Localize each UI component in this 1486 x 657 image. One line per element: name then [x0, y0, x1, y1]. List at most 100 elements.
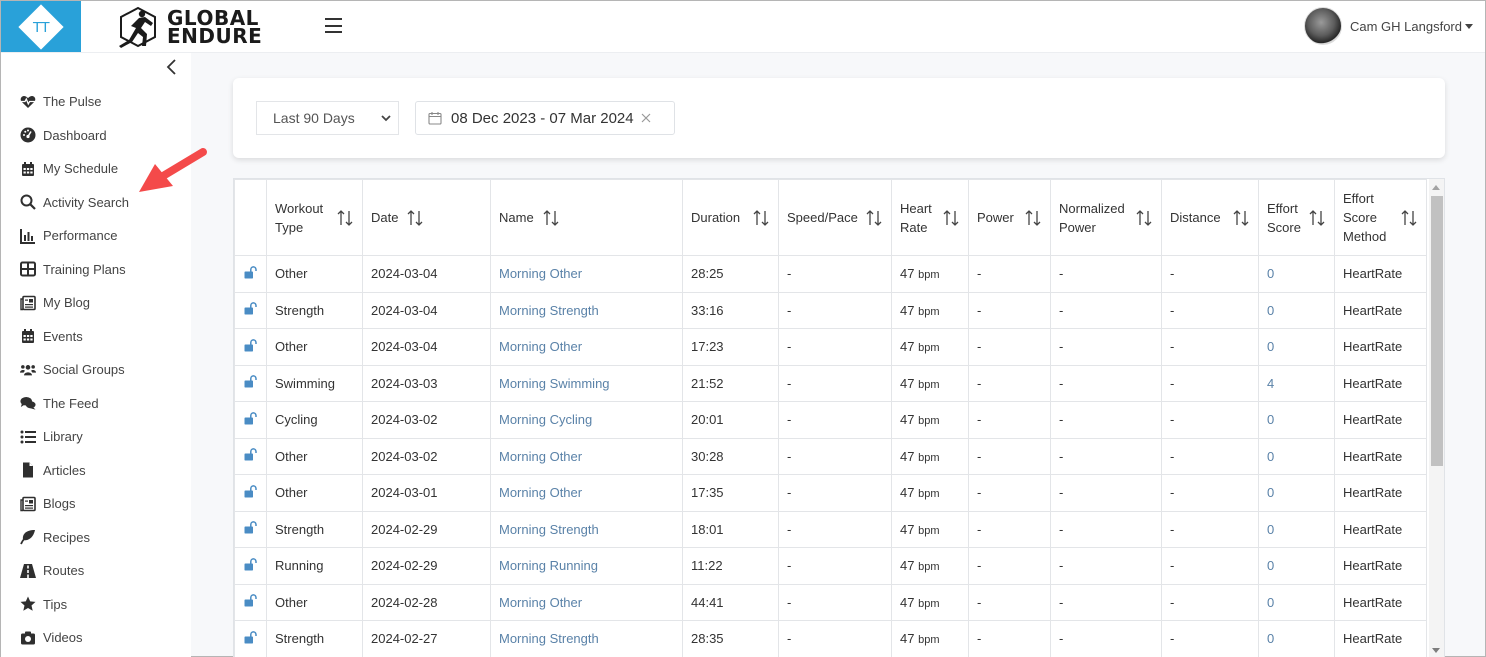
- scroll-up-icon[interactable]: [1432, 185, 1440, 190]
- sidebar-item-library[interactable]: Library: [1, 420, 191, 454]
- table-row[interactable]: Cycling 2024-03-02 Morning Cycling 20:01-47…: [234, 401, 1427, 439]
- unlock-icon[interactable]: [244, 448, 257, 461]
- table-row[interactable]: Strength 2024-02-27 Morning Strength 28:35-…: [234, 620, 1427, 657]
- cell-name-link[interactable]: Morning Strength: [490, 291, 683, 329]
- column-header-speed-pace[interactable]: Speed/Pace: [778, 179, 892, 256]
- column-header-power[interactable]: Power: [968, 179, 1051, 256]
- cell-effort-score-link[interactable]: 0: [1258, 510, 1335, 548]
- cell-effort-score-link[interactable]: 0: [1258, 437, 1335, 475]
- table-row[interactable]: Strength 2024-03-04 Morning Strength 33:16-…: [234, 291, 1427, 329]
- menu-toggle-icon[interactable]: [325, 18, 342, 33]
- cell-duration: 28:25: [682, 255, 779, 293]
- cell-name-link[interactable]: Morning Swimming: [490, 364, 683, 402]
- column-header-distance[interactable]: Distance: [1161, 179, 1259, 256]
- column-header-heart-rate[interactable]: Heart Rate: [891, 179, 969, 256]
- cell-effort-score-link[interactable]: 0: [1258, 291, 1335, 329]
- sidebar-item-events[interactable]: Events: [1, 320, 191, 354]
- unlock-icon[interactable]: [244, 630, 257, 644]
- cell-effort-score-link[interactable]: 0: [1258, 328, 1335, 366]
- sort-icon[interactable]: [1232, 209, 1250, 227]
- vertical-scrollbar[interactable]: [1429, 179, 1444, 657]
- caret-down-icon[interactable]: [1465, 23, 1473, 29]
- sidebar-item-the-feed[interactable]: The Feed: [1, 387, 191, 421]
- table-row[interactable]: Swimming 2024-03-03 Morning Swimming 21:52-…: [234, 364, 1427, 402]
- cell-effort-score-link[interactable]: 4: [1258, 364, 1335, 402]
- sidebar-item-articles[interactable]: Articles: [1, 454, 191, 488]
- unlock-icon[interactable]: [244, 411, 257, 425]
- sidebar-item-blogs[interactable]: Blogs: [1, 487, 191, 521]
- column-header-effort-score[interactable]: Effort Score: [1258, 179, 1335, 256]
- sidebar-item-videos[interactable]: Videos: [1, 621, 191, 655]
- scroll-down-icon[interactable]: [1432, 648, 1440, 653]
- sort-icon[interactable]: [865, 209, 883, 227]
- table-row[interactable]: Running 2024-02-29 Morning Running 11:22-47…: [234, 547, 1427, 585]
- table-row[interactable]: Other 2024-03-02 Morning Other 30:28-47 bpm…: [234, 437, 1427, 475]
- cell-effort-score-link[interactable]: 0: [1258, 547, 1335, 585]
- clear-icon[interactable]: [641, 113, 651, 123]
- unlock-icon[interactable]: [244, 557, 257, 571]
- column-header-effort-score-method[interactable]: Effort Score Method: [1334, 179, 1427, 256]
- column-header-date[interactable]: Date: [362, 179, 491, 256]
- cell-name-link[interactable]: Morning Other: [490, 437, 683, 475]
- unlock-icon[interactable]: [244, 484, 257, 498]
- sidebar-item-dashboard[interactable]: Dashboard: [1, 119, 191, 153]
- sort-icon[interactable]: [406, 209, 424, 227]
- cell-name-link[interactable]: Morning Strength: [490, 620, 683, 657]
- sidebar-item-tips[interactable]: Tips: [1, 588, 191, 622]
- cell-effort-score-link[interactable]: 0: [1258, 620, 1335, 657]
- sort-icon[interactable]: [1308, 209, 1326, 227]
- sidebar-item-my-blog[interactable]: My Blog: [1, 286, 191, 320]
- cell-name-link[interactable]: Morning Other: [490, 583, 683, 621]
- sort-icon[interactable]: [542, 209, 560, 227]
- sidebar-item-activity-search[interactable]: Activity Search: [1, 186, 191, 220]
- sort-icon[interactable]: [1135, 209, 1153, 227]
- unlock-icon[interactable]: [244, 594, 257, 607]
- cell-effort-score-method: HeartRate: [1334, 401, 1427, 439]
- cell-effort-score-link[interactable]: 0: [1258, 474, 1335, 512]
- sidebar-item-performance[interactable]: Performance: [1, 219, 191, 253]
- unlock-icon[interactable]: [244, 338, 257, 352]
- cell-effort-score-link[interactable]: 0: [1258, 583, 1335, 621]
- sort-icon[interactable]: [942, 209, 960, 227]
- sidebar-item-social-groups[interactable]: Social Groups: [1, 353, 191, 387]
- column-header-workout-type[interactable]: Workout Type: [266, 179, 363, 256]
- sort-icon[interactable]: [1024, 209, 1042, 227]
- sort-icon[interactable]: [752, 209, 770, 227]
- date-range-picker[interactable]: 08 Dec 2023 - 07 Mar 2024: [415, 101, 675, 135]
- table-row[interactable]: Other 2024-03-04 Morning Other 28:25-47 bpm…: [234, 255, 1427, 293]
- column-header-normalized-power[interactable]: Normalized Power: [1050, 179, 1162, 256]
- cell-effort-score-link[interactable]: 0: [1258, 255, 1335, 293]
- cell-name-link[interactable]: Morning Running: [490, 547, 683, 585]
- sidebar-item-routes[interactable]: Routes: [1, 554, 191, 588]
- cell-name-link[interactable]: Morning Other: [490, 474, 683, 512]
- user-menu[interactable]: Cam GH Langsford: [1304, 7, 1473, 45]
- global-endure-logo[interactable]: GLOBAL ENDURE: [115, 6, 262, 48]
- unlock-icon[interactable]: [244, 521, 257, 534]
- table-row[interactable]: Other 2024-03-01 Morning Other 17:35-47 bpm…: [234, 474, 1427, 512]
- date-range-preset-select[interactable]: Last 90 Days: [256, 101, 399, 135]
- scrollbar-thumb[interactable]: [1431, 196, 1443, 466]
- cell-name-link[interactable]: Morning Cycling: [490, 401, 683, 439]
- unlock-icon[interactable]: [244, 265, 257, 279]
- sidebar-item-recipes[interactable]: Recipes: [1, 521, 191, 555]
- column-header-name[interactable]: Name: [490, 179, 683, 256]
- sort-icon[interactable]: [1400, 209, 1418, 227]
- unlock-icon[interactable]: [244, 302, 257, 315]
- chevron-left-icon[interactable]: [164, 59, 180, 75]
- cell-name-link[interactable]: Morning Strength: [490, 510, 683, 548]
- user-name[interactable]: Cam GH Langsford: [1350, 19, 1462, 34]
- unlock-icon[interactable]: [244, 375, 257, 388]
- sort-icon[interactable]: [336, 209, 354, 227]
- cell-effort-score-link[interactable]: 0: [1258, 401, 1335, 439]
- avatar[interactable]: [1304, 7, 1342, 45]
- sidebar-item-my-schedule[interactable]: My Schedule: [1, 152, 191, 186]
- app-home-tile[interactable]: TT: [1, 1, 81, 52]
- cell-name-link[interactable]: Morning Other: [490, 255, 683, 293]
- table-row[interactable]: Strength 2024-02-29 Morning Strength 18:01-…: [234, 510, 1427, 548]
- sidebar-item-training-plans[interactable]: Training Plans: [1, 253, 191, 287]
- cell-name-link[interactable]: Morning Other: [490, 328, 683, 366]
- table-row[interactable]: Other 2024-02-28 Morning Other 44:41-47 bpm…: [234, 583, 1427, 621]
- column-header-duration[interactable]: Duration: [682, 179, 779, 256]
- sidebar-item-the-pulse[interactable]: The Pulse: [1, 85, 191, 119]
- table-row[interactable]: Other 2024-03-04 Morning Other 17:23-47 bpm…: [234, 328, 1427, 366]
